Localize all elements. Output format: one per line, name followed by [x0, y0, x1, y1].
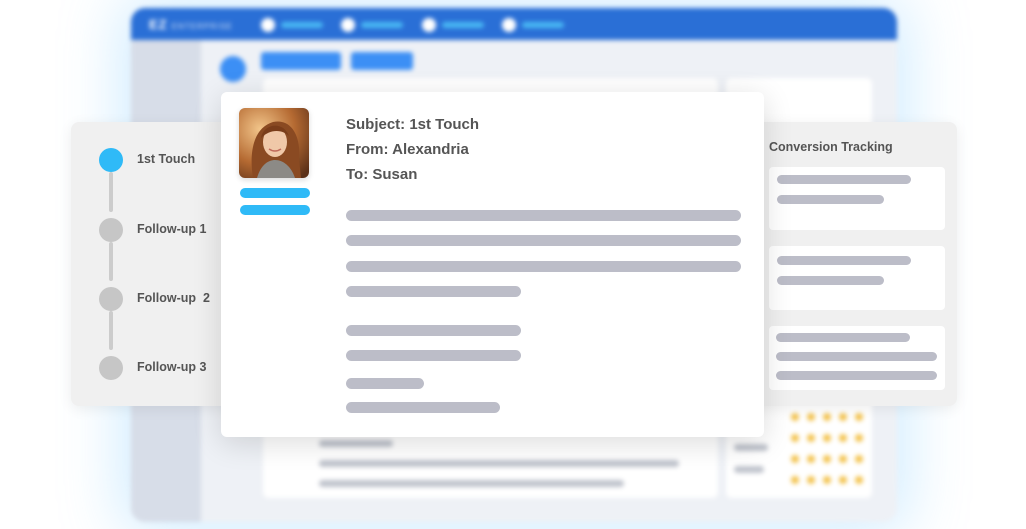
step-connector [109, 242, 113, 281]
sequence-steps-card: 1st Touch Follow-up 1 Follow-up 2 Follow… [71, 122, 236, 406]
sender-avatar [239, 108, 309, 178]
background-nav-item [422, 18, 484, 32]
step-follow-up-3-dot[interactable] [99, 356, 123, 380]
conversion-tracking-title: Conversion Tracking [769, 140, 893, 154]
email-preview-card: Subject: 1st Touch From: Alexandria To: … [221, 92, 764, 437]
step-follow-up-2-dot[interactable] [99, 287, 123, 311]
step-follow-up-1-dot[interactable] [99, 218, 123, 242]
step-connector [109, 172, 113, 212]
step-follow-up-2-label[interactable]: Follow-up 2 [137, 291, 210, 305]
background-button [261, 52, 341, 70]
step-1st-touch-dot[interactable] [99, 148, 123, 172]
background-nav-item [502, 18, 564, 32]
email-subject: Subject: 1st Touch [346, 116, 480, 133]
background-avatar [220, 56, 246, 82]
app-logo: EZ ENTERPRISE [149, 17, 233, 32]
email-from: From: Alexandria [346, 141, 469, 158]
background-topbar: EZ ENTERPRISE [131, 8, 897, 40]
step-follow-up-3-label[interactable]: Follow-up 3 [137, 360, 206, 374]
background-nav-item [341, 18, 403, 32]
conversion-item[interactable] [769, 246, 945, 310]
sender-info-bar [240, 188, 310, 198]
conversion-item[interactable] [769, 326, 945, 390]
conversion-tracking-card: Conversion Tracking [740, 122, 957, 406]
step-follow-up-1-label[interactable]: Follow-up 1 [137, 222, 206, 236]
step-1st-touch-label[interactable]: 1st Touch [137, 152, 195, 166]
email-to: To: Susan [346, 166, 418, 183]
sender-info-bar [240, 205, 310, 215]
background-nav-item [261, 18, 323, 32]
background-button [351, 52, 413, 70]
step-connector [109, 311, 113, 350]
conversion-item[interactable] [769, 167, 945, 230]
